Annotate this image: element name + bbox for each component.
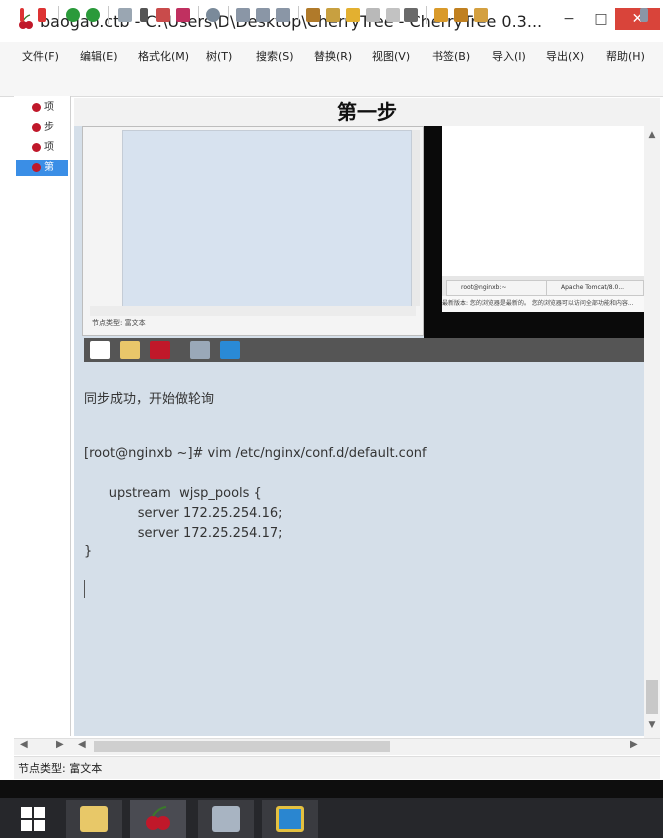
vmware-taskbar-button[interactable]: [262, 800, 318, 838]
insert-image-icon[interactable]: [306, 8, 320, 22]
scroll-left-arrow-icon[interactable]: ◀: [78, 739, 86, 750]
scroll-up-arrow-icon[interactable]: ▲: [644, 130, 660, 144]
numbered-list-icon[interactable]: [256, 8, 270, 22]
embedded-cherrytree-icon: [150, 341, 170, 359]
minimize-button[interactable]: −: [558, 8, 580, 30]
toolbar: [0, 66, 663, 97]
scroll-down-arrow-icon[interactable]: ▼: [644, 720, 660, 734]
embedded-app-icon: [190, 341, 210, 359]
search-icon[interactable]: [206, 8, 220, 22]
folder-icon: [80, 806, 108, 832]
window-bottom-edge: [0, 780, 663, 798]
export-html-icon[interactable]: [454, 8, 468, 22]
tree-node-label: 项: [44, 142, 54, 153]
scroll-right-arrow-icon[interactable]: ▶: [630, 739, 638, 750]
embedded-app-icon: [220, 341, 240, 359]
dropdown-arrow-icon[interactable]: [140, 8, 148, 22]
menu-replace[interactable]: 替换(R): [314, 48, 352, 64]
toolbar-separator: [198, 6, 199, 24]
toolbar-separator: [298, 6, 299, 24]
node-header: 第一步: [74, 98, 660, 126]
editor-text-line: }: [84, 544, 93, 559]
menu-import[interactable]: 导入(I): [492, 48, 526, 64]
vmware-icon: [276, 806, 304, 832]
monitor-icon: [212, 806, 240, 832]
maximize-button[interactable]: □: [590, 8, 612, 30]
menu-file[interactable]: 文件(F): [22, 48, 59, 64]
insert-codebox-icon[interactable]: [346, 8, 360, 22]
anchor-icon[interactable]: [404, 8, 418, 22]
tree-panel: [14, 96, 71, 736]
status-bar: [14, 756, 660, 779]
embedded-hscrollbar: [90, 306, 416, 316]
tree-node-label: 步: [44, 122, 54, 133]
embedded-scrollbar: [412, 130, 420, 306]
todo-list-icon[interactable]: [276, 8, 290, 22]
tree-scroll-left-arrow-icon[interactable]: ◀: [20, 739, 28, 750]
open-folder-icon[interactable]: [118, 8, 132, 22]
menu-format[interactable]: 格式化(M): [138, 48, 189, 64]
menu-export[interactable]: 导出(X): [546, 48, 584, 64]
tree-node-label: 项: [44, 102, 54, 113]
toolbar-overflow-icon[interactable]: [640, 8, 648, 22]
tree-node-selected[interactable]: 第: [16, 160, 68, 176]
toolbar-separator: [58, 6, 59, 24]
toolbar-separator: [426, 6, 427, 24]
embedded-browser-page: [442, 126, 644, 276]
embedded-tab: Apache Tomcat/8.0...: [546, 280, 644, 296]
tree-node[interactable]: 项: [16, 100, 68, 116]
cherry-node-icon: [32, 102, 41, 112]
editor-text-line: upstream wjsp_pools {: [84, 486, 262, 501]
node-title: 第一步: [337, 100, 397, 124]
toolbar-separator: [228, 6, 229, 24]
remote-desktop-taskbar-button[interactable]: [198, 800, 254, 838]
insert-link-icon[interactable]: [366, 8, 380, 22]
tree-node-label: 第: [44, 162, 54, 173]
close-button[interactable]: ✕: [615, 8, 660, 30]
editor-text-line: 同步成功，开始做轮询: [84, 392, 215, 407]
export-text-icon[interactable]: [474, 8, 488, 22]
editor-text-line: server 172.25.254.16;: [84, 506, 283, 521]
embedded-editor-area: [122, 130, 412, 308]
cherrytree-taskbar-button[interactable]: [130, 800, 186, 838]
text-cursor: [84, 580, 85, 598]
editor-text-line: [root@nginxb ~]# vim /etc/nginx/conf.d/d…: [84, 446, 427, 461]
add-subnode-icon[interactable]: [38, 8, 46, 22]
menu-help[interactable]: 帮助(H): [606, 48, 645, 64]
tree-scroll-right-arrow-icon[interactable]: ▶: [56, 739, 64, 750]
cherry-node-icon: [32, 162, 41, 172]
go-back-icon[interactable]: [66, 8, 80, 22]
insert-table-icon[interactable]: [326, 8, 340, 22]
embedded-status-text: 节点类型: 富文本: [92, 319, 146, 327]
export-pdf-icon[interactable]: [434, 8, 448, 22]
vertical-scrollbar[interactable]: [644, 126, 660, 738]
cherry-icon: [146, 806, 170, 830]
horizontal-scrollbar-thumb[interactable]: [94, 741, 390, 752]
embedded-explorer-icon: [120, 341, 140, 359]
editor-text-line: server 172.25.254.17;: [84, 526, 283, 541]
cherry-node-icon: [32, 142, 41, 152]
embedded-start-icon: [90, 341, 110, 359]
insert-anchor-icon[interactable]: [386, 8, 400, 22]
tree-node[interactable]: 步: [16, 120, 68, 136]
menu-tree[interactable]: 树(T): [206, 48, 232, 64]
menu-view[interactable]: 视图(V): [372, 48, 410, 64]
go-forward-icon[interactable]: [86, 8, 100, 22]
menu-edit[interactable]: 编辑(E): [80, 48, 118, 64]
cherry-node-icon: [32, 122, 41, 132]
status-text: 节点类型: 富文本: [18, 762, 103, 775]
vertical-scrollbar-thumb[interactable]: [646, 680, 658, 714]
file-explorer-taskbar-button[interactable]: [66, 800, 122, 838]
save-icon[interactable]: [156, 8, 170, 22]
toolbar-separator: [108, 6, 109, 24]
embedded-info-line: 最新版本: 您的浏览器是最新的。 您的浏览器可以访问全部功能和内容...: [442, 296, 644, 312]
export-icon[interactable]: [176, 8, 190, 22]
menu-bookmarks[interactable]: 书签(B): [432, 48, 470, 64]
add-node-icon[interactable]: [20, 8, 24, 22]
tree-node[interactable]: 项: [16, 140, 68, 156]
menu-search[interactable]: 搜索(S): [256, 48, 294, 64]
bulleted-list-icon[interactable]: [236, 8, 250, 22]
windows-start-icon[interactable]: [20, 806, 46, 832]
embedded-tab: root@nginxb:~: [446, 280, 548, 296]
